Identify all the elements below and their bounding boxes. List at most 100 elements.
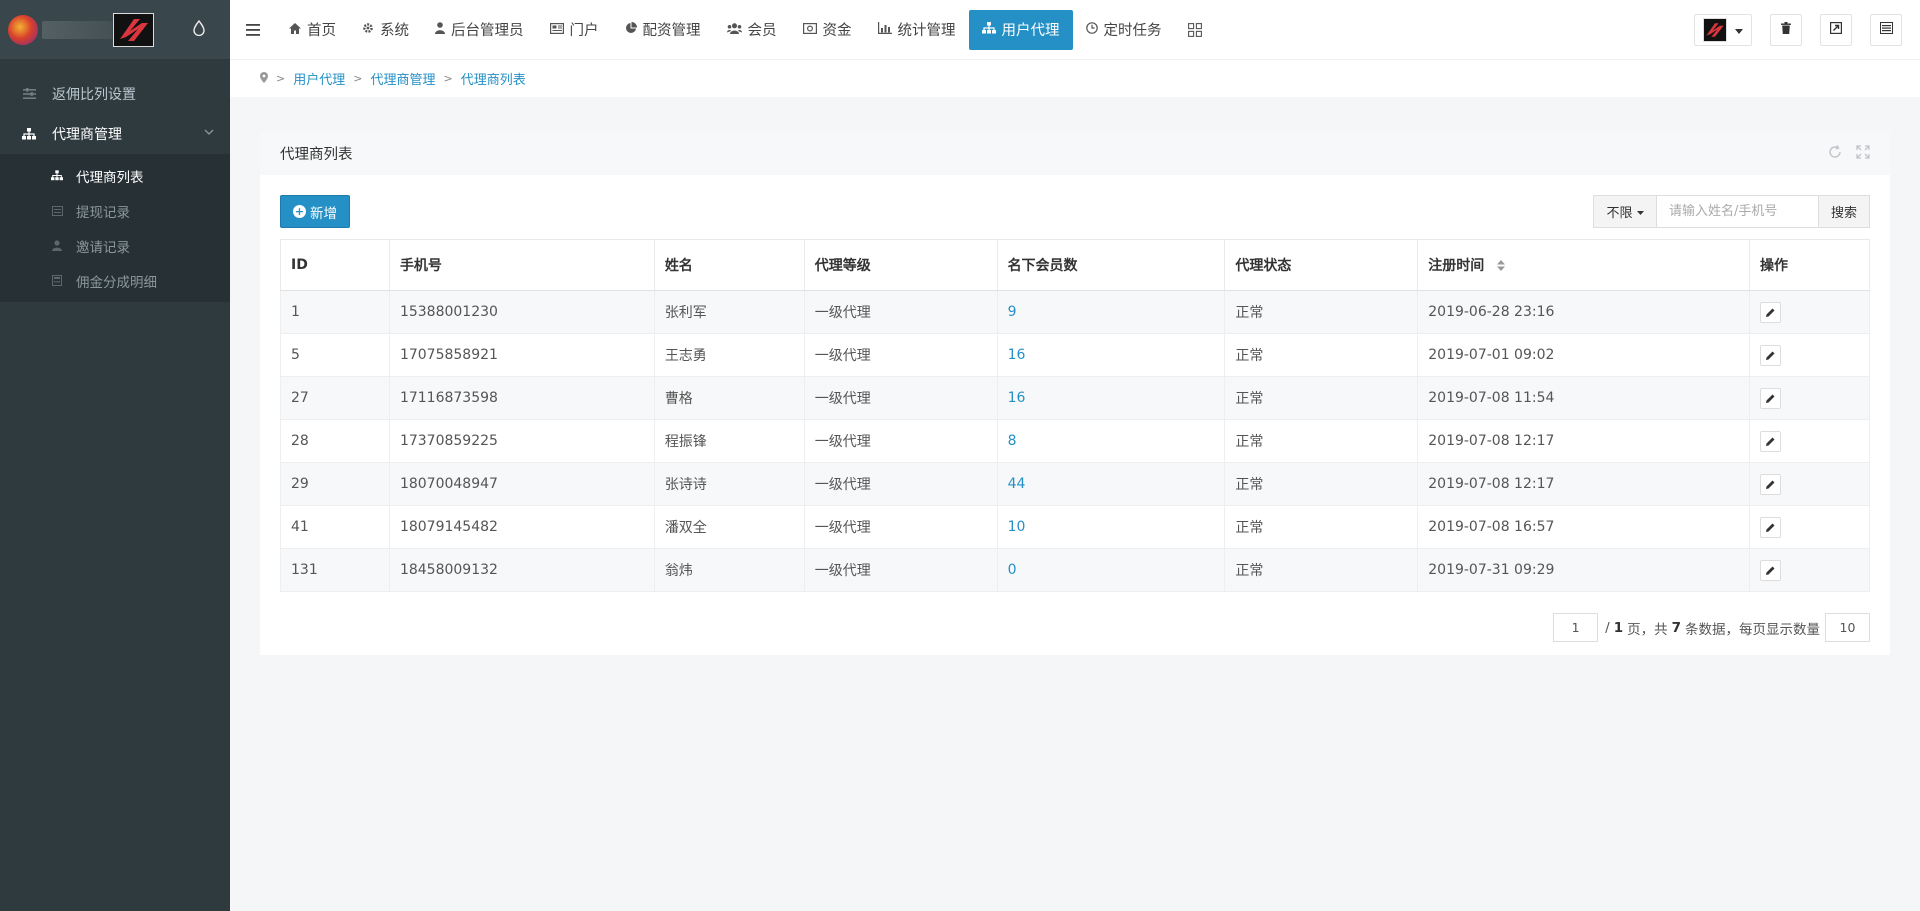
pager-separator: / — [1605, 619, 1610, 636]
member-count-link[interactable]: 16 — [1008, 390, 1026, 406]
cell-registered: 2019-07-08 16:57 — [1417, 505, 1751, 549]
logo-area — [0, 0, 230, 59]
top-menu-label: 统计管理 — [897, 23, 956, 39]
logo-icon — [8, 14, 38, 45]
panel-tools — [1828, 145, 1870, 163]
column-header-level: 代理等级 — [803, 239, 998, 291]
cell-actions — [1749, 419, 1870, 463]
member-count-link[interactable]: 44 — [1008, 476, 1026, 492]
member-count-link[interactable]: 9 — [1008, 304, 1017, 320]
member-count-link[interactable]: 8 — [1008, 433, 1017, 449]
cell-phone: 17075858921 — [388, 333, 655, 377]
cell-status: 正常 — [1224, 462, 1419, 506]
cell-name: 张诗诗 — [653, 462, 805, 506]
cell-status: 正常 — [1224, 290, 1419, 334]
sidebar-subitem-agent-list[interactable]: 代理商列表 — [0, 158, 230, 193]
cell-members: 0 — [996, 548, 1226, 592]
sidebar-item-label: 返佣比列设置 — [52, 87, 136, 103]
page-size-input[interactable]: 10 — [1825, 613, 1870, 642]
column-header-name: 姓名 — [653, 239, 805, 291]
theme-drop-icon[interactable] — [193, 19, 205, 40]
sidebar-item-rebate-ratio[interactable]: 返佣比列设置 — [0, 74, 230, 114]
search-button[interactable]: 搜索 — [1818, 195, 1870, 228]
cell-name: 潘双全 — [653, 505, 805, 549]
edit-button[interactable] — [1760, 387, 1782, 409]
breadcrumb-user-agent[interactable]: 用户代理 — [293, 69, 345, 88]
top-menu-label: 定时任务 — [1103, 23, 1162, 39]
cell-registered: 2019-07-08 11:54 — [1417, 376, 1751, 420]
cell-name: 翁炜 — [653, 548, 805, 592]
cell-name: 张利军 — [653, 290, 805, 334]
search-input[interactable] — [1657, 195, 1818, 228]
top-menu-label: 系统 — [380, 23, 409, 39]
top-menu-capital[interactable]: 资金 — [790, 10, 865, 50]
sidebar-subitem-commission-details[interactable]: 佣金分成明细 — [0, 263, 230, 298]
edit-button[interactable] — [1760, 430, 1782, 452]
edit-button[interactable] — [1760, 516, 1782, 538]
breadcrumb-agent-list[interactable]: 代理商列表 — [461, 69, 526, 88]
column-header-registered[interactable]: 注册时间 — [1417, 239, 1751, 291]
cell-phone: 18079145482 — [388, 505, 655, 549]
edit-button[interactable] — [1760, 344, 1782, 366]
cell-registered: 2019-06-28 23:16 — [1417, 290, 1751, 334]
sidebar-subitem-withdraw-records[interactable]: 提现记录 — [0, 193, 230, 228]
member-count-link[interactable]: 16 — [1008, 347, 1026, 363]
apps-grid-icon[interactable] — [1175, 10, 1215, 50]
cell-status: 正常 — [1224, 333, 1419, 377]
top-menu-home[interactable]: 首页 — [276, 10, 349, 50]
clear-cache-button[interactable] — [1770, 13, 1802, 46]
member-count-link[interactable]: 10 — [1008, 519, 1026, 535]
sort-icon[interactable] — [1497, 260, 1506, 272]
add-agent-button[interactable]: + 新增 — [280, 195, 350, 228]
page-number-input[interactable]: 1 — [1553, 613, 1599, 642]
top-menu-user-agent[interactable]: 用户代理 — [968, 9, 1073, 50]
table-row: 5 17075858921 王志勇 一级代理 16 正常 2019-07-01 … — [280, 333, 1870, 377]
edit-button[interactable] — [1760, 559, 1782, 581]
top-menu-funding[interactable]: 配资管理 — [612, 10, 714, 50]
sidebar-subitem-invite-records[interactable]: 邀请记录 — [0, 228, 230, 263]
logo-wordmark — [42, 20, 112, 39]
user-menu-button[interactable] — [1694, 13, 1752, 46]
pencil-icon — [1766, 351, 1775, 360]
open-frontend-button[interactable] — [1820, 13, 1852, 46]
refresh-icon[interactable] — [1828, 145, 1842, 163]
top-menu-label: 用户代理 — [1001, 23, 1060, 39]
sidebar-item-agent-management[interactable]: 代理商管理 — [0, 114, 230, 154]
cell-actions — [1749, 505, 1870, 549]
fullscreen-icon[interactable] — [1856, 145, 1870, 163]
chevron-right-icon: > — [443, 72, 453, 85]
sidebar-item-label: 代理商管理 — [52, 127, 122, 143]
cell-id: 29 — [280, 462, 390, 506]
cell-name: 曹格 — [653, 376, 805, 420]
top-right-tools — [1694, 0, 1920, 59]
breadcrumb-agent-management[interactable]: 代理商管理 — [370, 69, 435, 88]
top-menu-statistics[interactable]: 统计管理 — [865, 10, 969, 50]
table-row: 131 18458009132 翁炜 一级代理 0 正常 2019-07-31 … — [280, 548, 1870, 592]
total-count: 7 — [1671, 619, 1681, 636]
top-menu-admins[interactable]: 后台管理员 — [422, 10, 537, 50]
panel-title: 代理商列表 — [280, 147, 353, 163]
edit-button[interactable] — [1760, 473, 1782, 495]
users-icon — [726, 22, 742, 37]
top-menu-portal[interactable]: 门户 — [537, 10, 612, 50]
sidebar-toggle-button[interactable] — [230, 0, 276, 59]
sliders-icon — [22, 87, 36, 101]
table-row: 28 17370859225 程振锋 一级代理 8 正常 2019-07-08 … — [280, 419, 1870, 463]
cell-phone: 15388001230 — [388, 290, 655, 334]
bar-chart-icon — [877, 22, 892, 37]
settings-panel-button[interactable] — [1870, 13, 1902, 46]
member-count-link[interactable]: 0 — [1008, 562, 1017, 578]
sidebar-submenu: 代理商列表 提现记录 邀请记录 佣金分成明细 — [0, 154, 230, 302]
top-menu-system[interactable]: 系统 — [349, 10, 422, 50]
top-menu-scheduled-tasks[interactable]: 定时任务 — [1073, 10, 1175, 50]
pencil-icon — [1766, 566, 1775, 575]
edit-button[interactable] — [1760, 301, 1782, 323]
trash-icon — [1781, 22, 1791, 37]
newspaper-icon — [549, 22, 564, 37]
top-menu-members[interactable]: 会员 — [714, 10, 790, 50]
sitemap-icon — [22, 127, 36, 141]
filter-dropdown[interactable]: 不限 — [1593, 195, 1657, 228]
sidebar-subitem-label: 代理商列表 — [76, 169, 144, 186]
table-row: 1 15388001230 张利军 一级代理 9 正常 2019-06-28 2… — [280, 290, 1870, 334]
cell-members: 8 — [996, 419, 1226, 463]
